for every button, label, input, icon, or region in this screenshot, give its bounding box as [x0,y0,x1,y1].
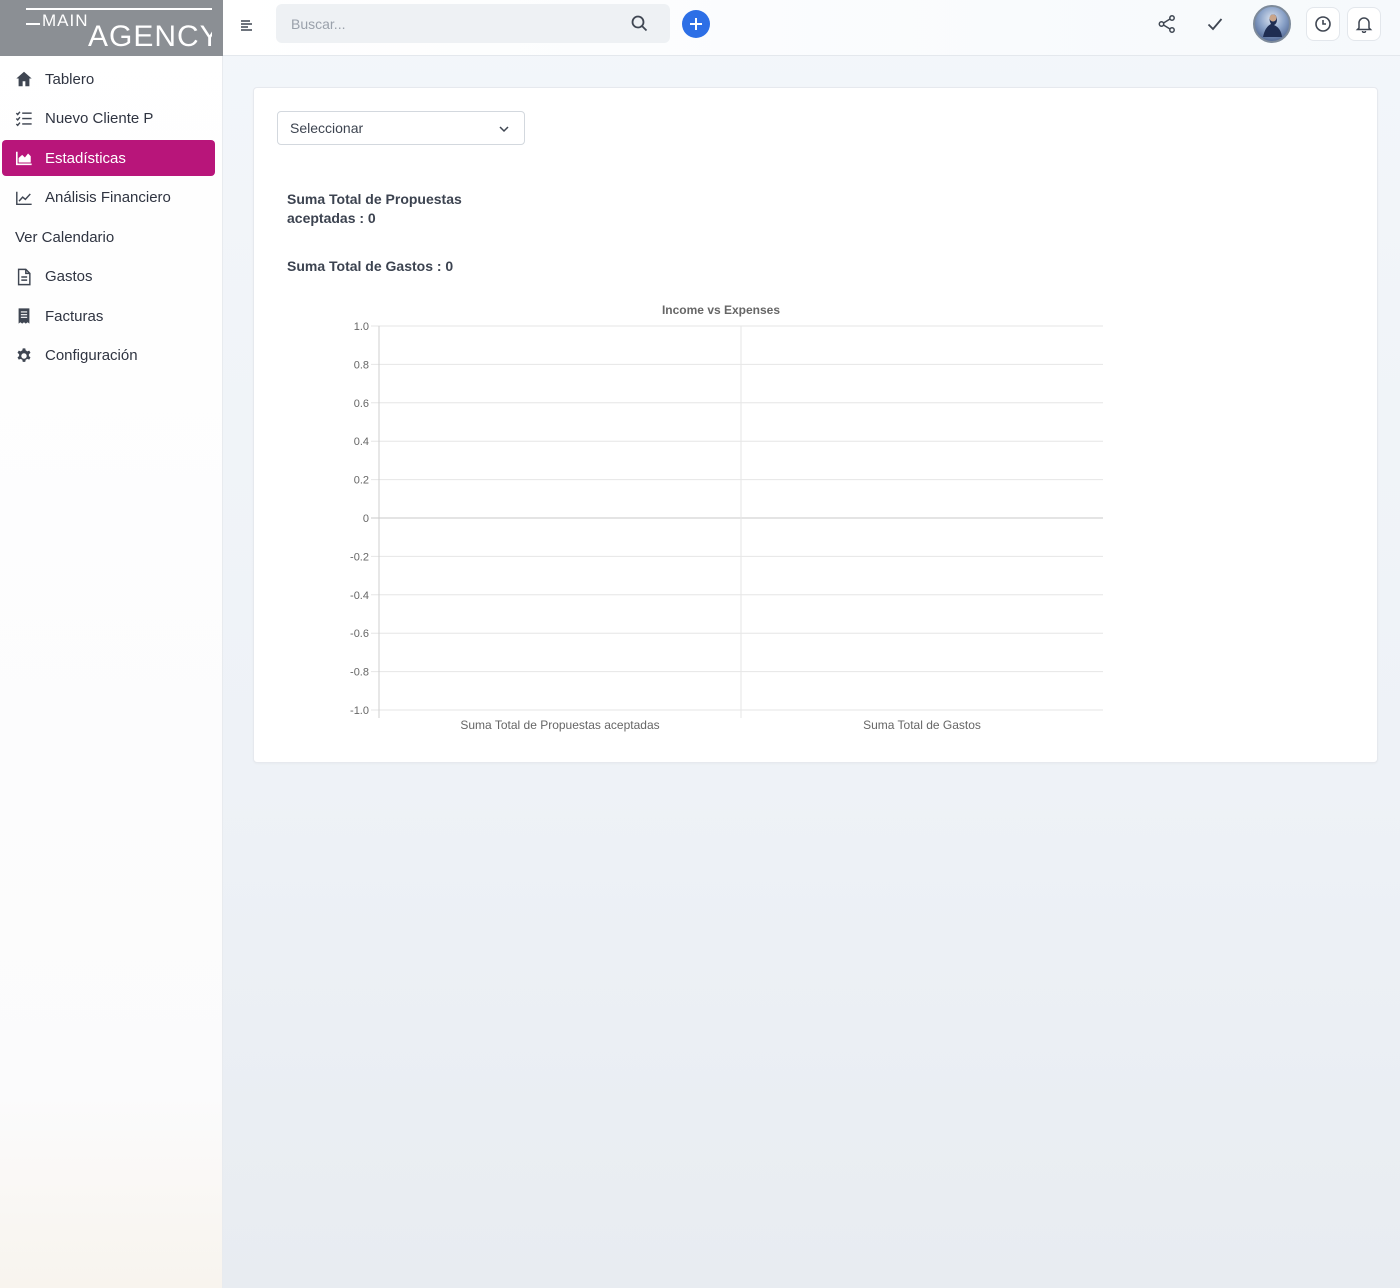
sidebar-item-label: Nuevo Cliente P [45,110,154,127]
sidebar-item-facturas[interactable]: Facturas [2,298,215,334]
sidebar: MAIN AGENCY Tablero Nuevo Cliente P Esta… [0,0,223,1288]
y-tick-label: 0 [363,513,369,525]
sidebar-item-label: Análisis Financiero [45,189,171,206]
sidebar-item-tablero[interactable]: Tablero [2,61,215,97]
sidebar-item-label: Gastos [45,268,93,285]
sidebar-item-label: Ver Calendario [15,228,115,246]
avatar[interactable] [1253,5,1291,43]
plus-icon [690,18,702,30]
y-tick-label: -0.4 [350,590,369,602]
x-tick-label: Suma Total de Gastos [863,718,981,732]
stat-proposals-total: Suma Total de Propuestas aceptadas : 0 [287,191,462,226]
bell-icon [1355,17,1373,33]
sidebar-item-nuevo-cliente[interactable]: Nuevo Cliente P [2,101,215,137]
document-icon [15,268,33,286]
clock-icon [1315,16,1331,32]
y-tick-label: 0.8 [354,359,369,371]
svg-text:MAIN: MAIN [42,11,89,30]
share-icon[interactable] [1156,13,1178,35]
period-select[interactable]: Seleccionar [277,111,525,145]
search-bar [276,4,670,43]
avatar-image [1263,14,1282,37]
y-tick-label: -0.8 [350,667,369,679]
y-tick-label: -0.2 [350,551,369,563]
line-chart-icon [15,189,33,207]
sidebar-item-label: Facturas [45,307,104,325]
chevron-down-icon [499,126,509,133]
add-button[interactable] [682,10,710,38]
sidebar-item-analisis-financiero[interactable]: Análisis Financiero [2,180,215,216]
y-tick-label: 1.0 [354,321,369,333]
home-icon [15,70,33,88]
menu-icon[interactable] [239,17,255,35]
chart-title: Income vs Expenses [662,303,780,317]
search-input[interactable] [291,4,621,43]
chart-svg: Income vs Expenses 1.0 0.8 0.6 0.4 0.2 0 -0.2 -… [350,303,1103,732]
income-expenses-chart: Income vs Expenses 1.0 0.8 0.6 0.4 0.2 0 -0.2 -… [324,298,1114,753]
logo-graphic: MAIN AGENCY [25,8,212,52]
y-tick-label: 0.2 [354,475,369,487]
notifications-button[interactable] [1347,7,1381,41]
receipt-icon [15,307,33,325]
select-value: Seleccionar [290,120,364,136]
sidebar-item-estadisticas[interactable]: Estadísticas [2,140,215,176]
clock-button[interactable] [1306,7,1340,41]
search-icon[interactable] [631,15,648,32]
statistics-card: Seleccionar Suma Total de Propuestas ace… [253,87,1378,763]
sidebar-nav: Tablero Nuevo Cliente P Estadísticas Aná… [0,56,222,374]
sidebar-item-ver-calendario[interactable]: Ver Calendario [2,219,215,255]
y-tick-label: -1.0 [350,705,369,717]
sidebar-item-gastos[interactable]: Gastos [2,259,215,295]
stat-expenses-total: Suma Total de Gastos : 0 [287,258,454,274]
sidebar-item-label: Configuración [45,347,138,364]
y-tick-label: 0.6 [354,398,369,410]
brand-logo[interactable]: MAIN AGENCY [0,0,223,56]
sidebar-item-configuracion[interactable]: Configuración [2,338,215,374]
svg-text:AGENCY: AGENCY [88,20,212,52]
area-chart-icon [15,149,33,167]
y-tick-label: -0.6 [350,628,369,640]
top-header [223,0,1400,56]
sidebar-item-label: Estadísticas [45,149,126,167]
check-icon[interactable] [1204,13,1226,35]
x-tick-label: Suma Total de Propuestas aceptadas [460,718,659,732]
sidebar-item-label: Tablero [45,70,95,88]
gear-icon [15,347,33,365]
checklist-icon [15,110,33,128]
y-tick-label: 0.4 [354,436,369,448]
